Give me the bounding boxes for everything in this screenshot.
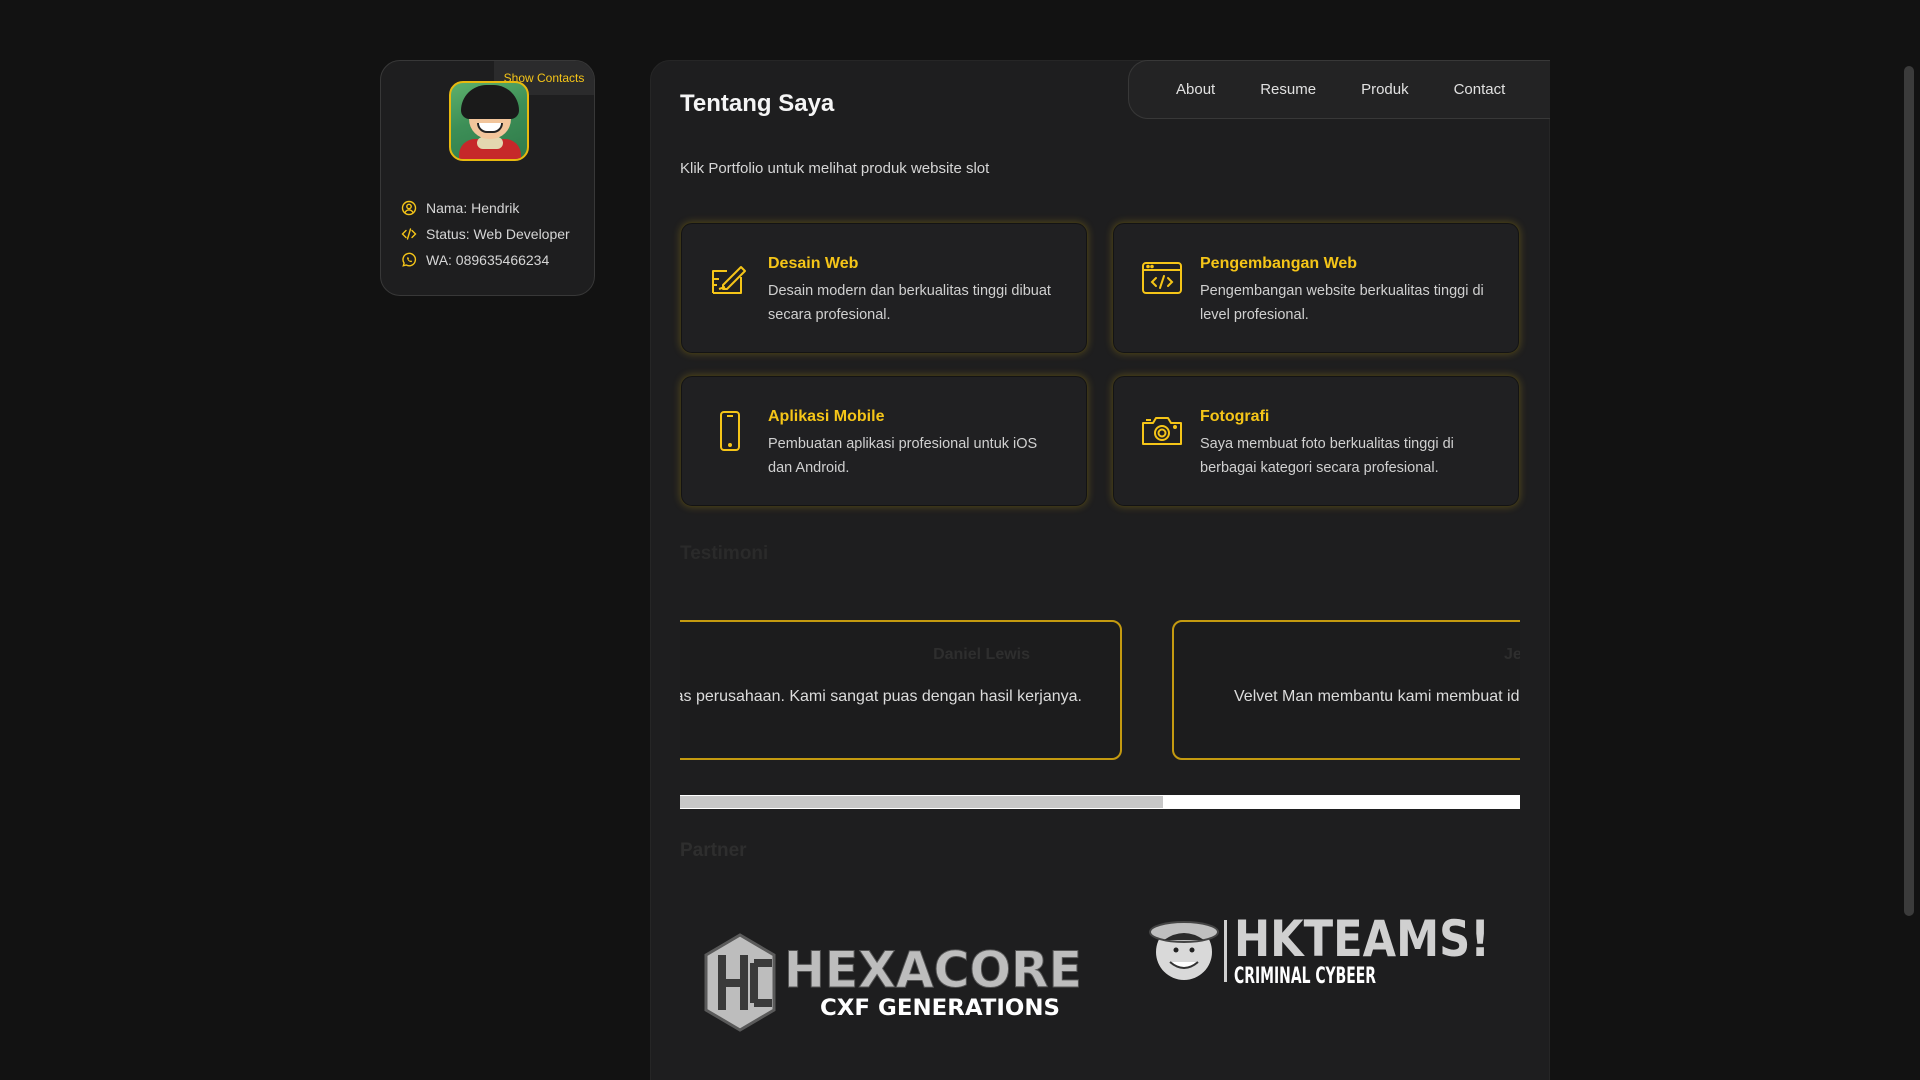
nav-produk[interactable]: Produk bbox=[1361, 81, 1409, 98]
service-desc: Pengembangan website berkualitas tinggi … bbox=[1200, 283, 1484, 323]
testimonial-card[interactable]: Daniel Lewis Velvet Man membantu kami me… bbox=[680, 620, 1122, 760]
avatar bbox=[449, 81, 529, 161]
testimonial-name: Jessica Miller bbox=[1504, 646, 1520, 663]
top-navigation: About Resume Produk Contact bbox=[1128, 60, 1550, 119]
info-name-text: Nama: Hendrik bbox=[426, 200, 520, 216]
info-status: Status: Web Developer bbox=[401, 221, 570, 247]
info-whatsapp-text: WA: 089635466234 bbox=[426, 252, 550, 268]
partner-logo-hexacore[interactable]: HEXACORE CXF GENERATIONS bbox=[700, 925, 1090, 1040]
service-title: Fotografi bbox=[1200, 408, 1270, 425]
whatsapp-icon bbox=[402, 252, 417, 267]
partner-logo-line1: HEXACORE bbox=[784, 941, 1082, 999]
page-scrollbar[interactable] bbox=[1904, 66, 1914, 916]
partner-logo-hkteams[interactable]: HKTEAMS! CRIMINAL CYBEER bbox=[1148, 910, 1494, 990]
sidebar-card: Show Contacts Nama: Hendrik Status: Web … bbox=[380, 60, 595, 296]
testimonial-name: Daniel Lewis bbox=[933, 646, 1030, 663]
testimonial-text: Velvet Man membantu kami membuat identit… bbox=[1234, 688, 1520, 705]
page-title: Tentang Saya bbox=[680, 90, 835, 117]
testimonial-card[interactable]: Jessica Miller Velvet Man membantu kami … bbox=[1172, 620, 1520, 760]
service-title: Aplikasi Mobile bbox=[768, 408, 885, 425]
service-card-desain-web: Desain Web Desain modern dan berkualitas… bbox=[680, 222, 1088, 354]
nav-resume[interactable]: Resume bbox=[1260, 81, 1316, 98]
testimonial-text: Velvet Man membantu kami membuat identit… bbox=[680, 688, 1082, 705]
code-window-icon bbox=[1142, 262, 1182, 294]
info-whatsapp: WA: 089635466234 bbox=[401, 247, 570, 273]
service-title: Pengembangan Web bbox=[1200, 255, 1358, 272]
camera-icon bbox=[1142, 417, 1182, 445]
contact-info-list: Nama: Hendrik Status: Web Developer WA: … bbox=[401, 195, 570, 273]
service-card-aplikasi-mobile: Aplikasi Mobile Pembuatan aplikasi profe… bbox=[680, 375, 1088, 507]
testimonials-title: Testimoni bbox=[680, 543, 769, 564]
service-desc: Pembuatan aplikasi profesional untuk iOS… bbox=[768, 436, 1038, 476]
about-intro-text: Klik Portfolio untuk melihat produk webs… bbox=[680, 160, 990, 177]
partners-title: Partner bbox=[680, 840, 747, 861]
design-pencil-icon bbox=[712, 266, 746, 294]
info-status-text: Status: Web Developer bbox=[426, 226, 570, 242]
partner-logo-line2: CRIMINAL CYBEER bbox=[1234, 964, 1376, 989]
service-desc: Desain modern dan berkualitas tinggi dib… bbox=[768, 283, 1051, 323]
service-card-fotografi: Fotografi Saya membuat foto berkualitas … bbox=[1112, 375, 1520, 507]
service-desc: Saya membuat foto berkualitas tinggi di … bbox=[1200, 436, 1454, 476]
testimonials-carousel[interactable]: Daniel Lewis Velvet Man membantu kami me… bbox=[680, 620, 1520, 760]
user-circle-icon bbox=[401, 200, 417, 216]
nav-about[interactable]: About bbox=[1176, 81, 1215, 98]
scrollbar-thumb[interactable] bbox=[680, 796, 1163, 808]
code-icon bbox=[401, 228, 417, 240]
nav-contact[interactable]: Contact bbox=[1454, 81, 1506, 98]
smartphone-icon bbox=[720, 411, 740, 451]
service-card-pengembangan-web: Pengembangan Web Pengembangan website be… bbox=[1112, 222, 1520, 354]
partner-logo-line2: CXF GENERATIONS bbox=[820, 996, 1060, 1021]
partner-logo-line1: HKTEAMS! bbox=[1234, 910, 1490, 968]
service-title: Desain Web bbox=[768, 255, 859, 272]
testimonials-scrollbar[interactable] bbox=[680, 795, 1520, 809]
info-name: Nama: Hendrik bbox=[401, 195, 570, 221]
